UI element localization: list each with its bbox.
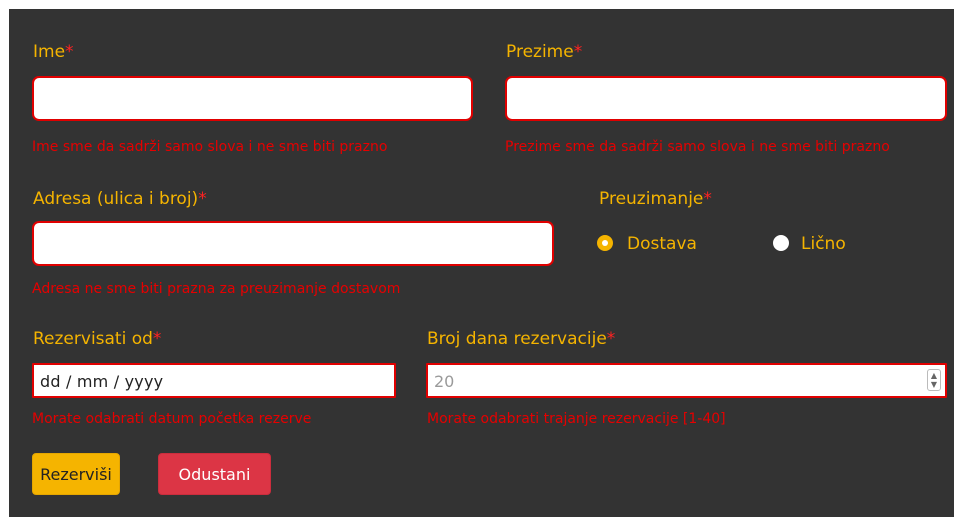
prezime-label: Prezime* (506, 42, 582, 62)
preuzimanje-label-text: Preuzimanje (599, 189, 704, 209)
required-marker: * (65, 42, 74, 62)
rezervisi-button[interactable]: Rezerviši (32, 453, 120, 495)
number-spinner-icon[interactable]: ▲ ▼ (927, 369, 941, 391)
radio-licno-label[interactable]: Lično (801, 234, 846, 254)
radio-dostava[interactable] (597, 235, 613, 251)
broj-dana-error: Morate odabrati trajanje rezervacije [1-… (427, 411, 726, 427)
spinner-up-icon[interactable]: ▲ (931, 371, 937, 380)
spinner-down-icon[interactable]: ▼ (931, 380, 937, 389)
required-marker: * (198, 189, 207, 209)
adresa-error: Adresa ne sme biti prazna za preuzimanje… (32, 281, 401, 297)
broj-dana-label-text: Broj dana rezervacije (427, 329, 607, 349)
rezervisati-od-error: Morate odabrati datum početka rezerve (32, 411, 312, 427)
radio-licno[interactable] (773, 235, 789, 251)
broj-dana-placeholder: 20 (434, 372, 455, 391)
rezervisati-od-label-text: Rezervisati od (33, 329, 153, 349)
ime-label-text: Ime (33, 42, 66, 62)
date-placeholder: dd / mm / yyyy (40, 372, 164, 391)
ime-label: Ime* (33, 42, 74, 62)
odustani-button[interactable]: Odustani (158, 453, 271, 495)
required-marker: * (703, 189, 712, 209)
ime-input[interactable] (32, 76, 473, 121)
broj-dana-input[interactable]: 20 ▲ ▼ (426, 363, 947, 398)
preuzimanje-label: Preuzimanje* (599, 189, 712, 209)
required-marker: * (573, 42, 583, 62)
reservation-form: Ime* Ime sme da sadrži samo slova i ne s… (9, 9, 954, 517)
adresa-label: Adresa (ulica i broj)* (33, 189, 207, 209)
prezime-input[interactable] (505, 76, 947, 121)
adresa-input[interactable] (32, 221, 554, 266)
required-marker: * (606, 329, 616, 349)
prezime-label-text: Prezime (506, 42, 574, 62)
radio-dostava-label[interactable]: Dostava (627, 234, 697, 254)
broj-dana-label: Broj dana rezervacije* (427, 329, 615, 349)
required-marker: * (152, 329, 162, 349)
date-input[interactable]: dd / mm / yyyy (32, 363, 396, 398)
ime-error: Ime sme da sadrži samo slova i ne sme bi… (32, 139, 388, 155)
rezervisati-od-label: Rezervisati od* (33, 329, 161, 349)
prezime-error: Prezime sme da sadrži samo slova i ne sm… (505, 139, 890, 155)
adresa-label-text: Adresa (ulica i broj) (33, 189, 199, 209)
